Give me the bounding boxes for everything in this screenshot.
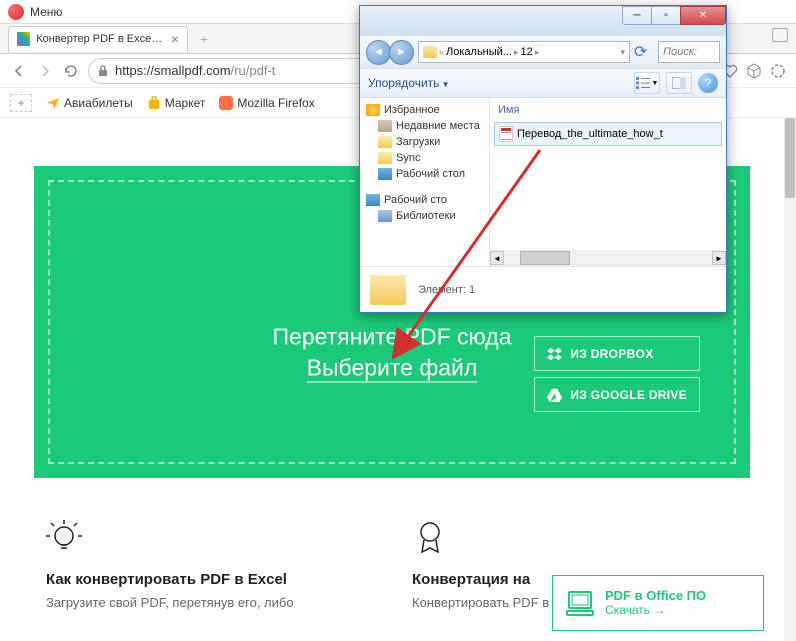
page-scrollbar[interactable] bbox=[784, 118, 796, 641]
folder-icon bbox=[370, 275, 406, 305]
desktop-icon bbox=[378, 168, 392, 180]
url-host: smallpdf.com bbox=[154, 63, 231, 78]
bulb-icon bbox=[46, 518, 82, 554]
drop-prompt: Перетяните PDF сюда bbox=[273, 323, 512, 350]
refresh-icon[interactable]: ⟳ bbox=[634, 42, 654, 62]
dialog-body: Избранное Недавние места Загрузки Sync Р… bbox=[360, 98, 726, 266]
breadcrumb-part[interactable]: Локальный... bbox=[446, 46, 512, 58]
close-tab-icon[interactable]: × bbox=[171, 31, 179, 47]
forward-button[interactable] bbox=[36, 62, 54, 80]
pdf-icon bbox=[499, 126, 513, 142]
close-button[interactable]: ✕ bbox=[680, 6, 726, 25]
dialog-toolbar: Упорядочить ▼ ? bbox=[360, 68, 726, 98]
file-name: Перевод_the_ultimate_how_t bbox=[517, 128, 663, 140]
tree-desktop2[interactable]: Рабочий сто bbox=[360, 192, 489, 208]
feature-text: Загрузите свой PDF, перетянув его, либо bbox=[46, 594, 372, 612]
computer-icon bbox=[565, 588, 595, 618]
promo-title: PDF в Office ПО bbox=[605, 588, 706, 603]
gdrive-icon bbox=[547, 387, 562, 402]
url-path: /ru/pdf-t bbox=[231, 63, 276, 78]
back-button[interactable] bbox=[10, 62, 28, 80]
add-bookmark-button[interactable]: + bbox=[10, 94, 32, 112]
feature-howto: Как конвертировать PDF в Excel Загрузите… bbox=[46, 518, 372, 612]
dialog-nav-bar: ◄ ► « Локальный... ▸ 12 ▸ ▾ ⟳ bbox=[360, 36, 726, 68]
gdrive-label: ИЗ GOOGLE DRIVE bbox=[570, 388, 687, 402]
nav-back-button[interactable]: ◄ bbox=[366, 40, 391, 65]
from-gdrive-button[interactable]: ИЗ GOOGLE DRIVE bbox=[534, 377, 700, 412]
feature-title: Как конвертировать PDF в Excel bbox=[46, 571, 372, 588]
file-open-dialog: ─ ▫ ✕ ◄ ► « Локальный... ▸ 12 ▸ ▾ ⟳ Упор… bbox=[359, 5, 727, 313]
promo-box[interactable]: PDF в Office ПО Скачать → bbox=[552, 575, 764, 631]
extension-icon[interactable] bbox=[746, 63, 762, 79]
url-protocol: https:// bbox=[115, 63, 154, 78]
browser-tab[interactable]: Конвертер PDF в Excel | S × bbox=[8, 26, 188, 52]
column-header-name[interactable]: Имя bbox=[494, 102, 722, 122]
star-icon bbox=[366, 104, 380, 116]
horizontal-scrollbar[interactable]: ◄► bbox=[490, 250, 726, 266]
firefox-icon bbox=[219, 96, 233, 110]
help-button[interactable]: ? bbox=[698, 73, 718, 93]
side-panel-toggle[interactable] bbox=[772, 28, 788, 42]
dropbox-icon bbox=[547, 346, 562, 361]
breadcrumb[interactable]: « Локальный... ▸ 12 ▸ ▾ bbox=[418, 41, 630, 63]
tree-libraries[interactable]: Библиотеки bbox=[360, 208, 489, 224]
folder-icon bbox=[423, 46, 437, 58]
tree-desktop[interactable]: Рабочий стол bbox=[360, 166, 489, 182]
breadcrumb-part[interactable]: 12 bbox=[521, 46, 533, 58]
dialog-titlebar[interactable]: ─ ▫ ✕ bbox=[360, 6, 726, 36]
from-dropbox-button[interactable]: ИЗ DROPBOX bbox=[534, 336, 700, 371]
tree-recent[interactable]: Недавние места bbox=[360, 118, 489, 134]
view-mode-button[interactable]: ▼ bbox=[634, 72, 660, 94]
sync-icon[interactable] bbox=[770, 63, 786, 79]
bookmark-label: Mozilla Firefox bbox=[237, 96, 314, 110]
nav-forward-button[interactable]: ► bbox=[389, 40, 414, 65]
recent-icon bbox=[378, 120, 392, 132]
maximize-button[interactable]: ▫ bbox=[651, 6, 681, 25]
tree-favorites[interactable]: Избранное bbox=[360, 102, 489, 118]
nav-tree[interactable]: Избранное Недавние места Загрузки Sync Р… bbox=[360, 98, 490, 266]
file-item[interactable]: Перевод_the_ultimate_how_t bbox=[494, 122, 722, 146]
tree-sync[interactable]: Sync bbox=[360, 150, 489, 166]
tab-title: Конвертер PDF в Excel | S bbox=[36, 33, 163, 45]
minimize-button[interactable]: ─ bbox=[622, 6, 652, 25]
status-text: Элемент: 1 bbox=[418, 284, 475, 296]
folder-icon bbox=[378, 136, 392, 148]
bookmark-avia[interactable]: Авиабилеты bbox=[46, 96, 133, 110]
bag-icon bbox=[147, 96, 161, 110]
favicon-icon bbox=[17, 32, 30, 46]
folder-icon bbox=[378, 152, 392, 164]
dropbox-label: ИЗ DROPBOX bbox=[570, 347, 653, 361]
file-list[interactable]: Имя Перевод_the_ultimate_how_t ◄► bbox=[490, 98, 726, 266]
bookmark-label: Маркет bbox=[165, 96, 206, 110]
reload-button[interactable] bbox=[62, 62, 80, 80]
libraries-icon bbox=[378, 210, 392, 222]
lock-icon bbox=[97, 65, 109, 77]
organize-menu[interactable]: Упорядочить bbox=[368, 76, 450, 90]
plane-icon bbox=[46, 96, 60, 110]
tree-downloads[interactable]: Загрузки bbox=[360, 134, 489, 150]
dialog-statusbar: Элемент: 1 bbox=[360, 266, 726, 312]
choose-file-link[interactable]: Выберите файл bbox=[307, 354, 478, 382]
search-input[interactable] bbox=[658, 41, 720, 63]
opera-icon[interactable] bbox=[8, 4, 24, 20]
new-tab-button[interactable]: + bbox=[192, 29, 216, 49]
menu-label[interactable]: Меню bbox=[30, 5, 62, 19]
badge-icon bbox=[412, 518, 448, 554]
bookmark-firefox[interactable]: Mozilla Firefox bbox=[219, 96, 314, 110]
desktop-icon bbox=[366, 194, 380, 206]
preview-pane-button[interactable] bbox=[666, 72, 692, 94]
bookmark-label: Авиабилеты bbox=[64, 96, 133, 110]
promo-link[interactable]: Скачать → bbox=[605, 603, 706, 617]
bookmark-market[interactable]: Маркет bbox=[147, 96, 206, 110]
